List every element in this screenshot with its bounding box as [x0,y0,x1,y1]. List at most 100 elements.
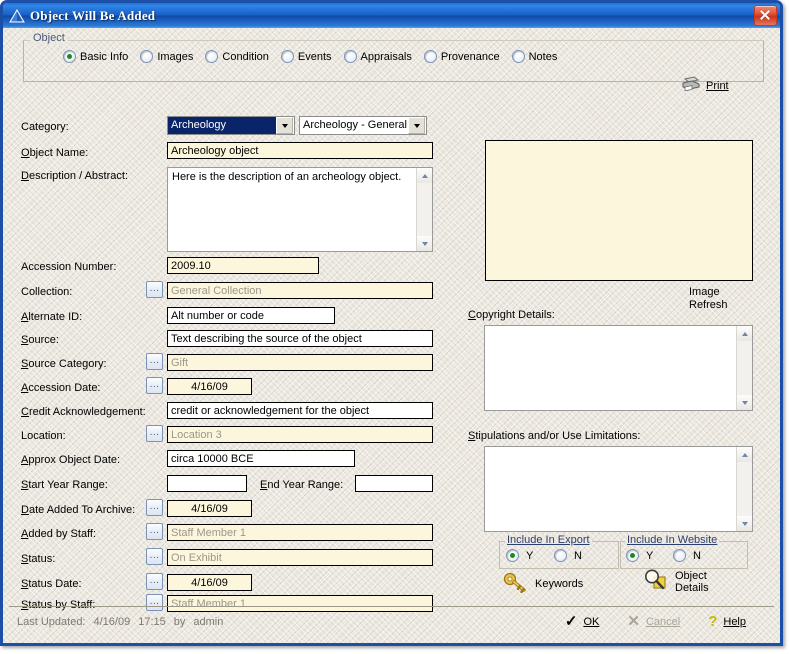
chevron-down-icon-2[interactable] [408,117,425,134]
include-website-yes[interactable]: Y [626,549,653,562]
label-status: Status: [21,553,56,565]
label-end-year: End Year Range: [260,479,344,491]
description-scrollbar[interactable] [416,168,432,251]
ok-label: OK [583,616,600,628]
ok-button[interactable]: ✓ OK [565,614,600,629]
tab-basic-info[interactable]: Basic Info [63,50,128,63]
tab-label-appraisals: Appraisals [360,50,412,63]
radio-website-no[interactable] [673,549,686,562]
end-year-input[interactable] [355,475,433,492]
start-year-input[interactable] [167,475,247,492]
tab-provenance[interactable]: Provenance [423,50,500,63]
title-bar[interactable]: Object Will Be Added [3,3,780,28]
object-details-button[interactable]: Object Details [643,568,709,595]
status-date-input[interactable] [167,574,252,591]
accession-date-browse-button[interactable]: ... [146,377,163,394]
accession-date-input[interactable] [167,378,252,395]
label-status-date: Status Date: [21,578,82,590]
copyright-scroll-up-icon[interactable] [737,326,752,341]
tab-label-images: Images [157,50,194,63]
keywords-button[interactable]: Keywords [503,571,583,596]
radio-images[interactable] [140,50,154,63]
include-export-no[interactable]: N [554,549,582,562]
radio-notes[interactable] [511,50,525,63]
label-object-name: Object Name: [21,147,89,159]
print-button[interactable]: Print [681,76,729,95]
copyright-textarea[interactable] [484,325,753,411]
status-browse-button[interactable]: ... [146,548,163,565]
cross-icon: ✕ [627,613,640,630]
credit-input[interactable] [167,402,433,419]
label-source-category: Source Category: [21,358,107,370]
collection-input[interactable] [167,282,433,299]
stipulations-scroll-up-icon[interactable] [737,447,752,462]
magnifier-icon [643,568,669,595]
radio-appraisals[interactable] [343,50,357,63]
radio-basic-info[interactable] [63,50,76,63]
object-details-line-1: Object [675,569,707,582]
last-updated-label: Last Updated: [17,616,86,628]
alternate-id-input[interactable] [167,307,335,324]
approx-date-input[interactable] [167,450,355,467]
include-export-yes-label: Y [526,549,534,562]
image-refresh-button[interactable]: Image Refresh [689,286,769,312]
label-category: Category: [21,121,69,133]
copyright-scrollbar[interactable] [736,326,752,410]
object-tab-strip: Basic Info Images Condition Events Appra… [63,50,569,63]
source-category-input[interactable] [167,354,433,371]
source-category-browse-button[interactable]: ... [146,353,163,370]
label-copyright: Copyright Details: [468,309,555,321]
tab-images[interactable]: Images [140,50,193,63]
category-dropdown[interactable]: Archeology [167,116,295,135]
label-credit: Credit Acknowledgement: [21,406,146,418]
stipulations-scrollbar[interactable] [736,447,752,531]
accession-number-input[interactable] [167,257,319,274]
question-mark-icon: ? [708,613,718,630]
radio-export-no[interactable] [554,549,567,562]
stipulations-textarea[interactable] [484,446,753,532]
object-groupbox-legend: Object [30,32,68,44]
date-added-input[interactable] [167,500,252,517]
key-icon [503,571,529,596]
location-browse-button[interactable]: ... [146,425,163,442]
radio-condition[interactable] [205,50,219,63]
tab-events[interactable]: Events [280,50,332,63]
category-value: Archeology [168,117,276,134]
tab-label-notes: Notes [528,50,558,63]
stipulations-scroll-down-icon[interactable] [737,516,752,531]
radio-provenance[interactable] [423,50,437,63]
include-website-no[interactable]: N [673,549,701,562]
tab-notes[interactable]: Notes [511,50,558,63]
close-icon[interactable] [754,5,777,26]
object-name-input[interactable] [167,142,433,159]
description-textarea[interactable]: Here is the description of an archeology… [167,167,433,252]
location-input[interactable] [167,426,433,443]
scroll-up-icon[interactable] [417,168,432,183]
image-refresh-line-1: Image [689,286,720,298]
scroll-down-icon[interactable] [417,236,432,251]
help-button[interactable]: ? Help [708,613,746,630]
description-value: Here is the description of an archeology… [172,171,402,183]
added-by-input[interactable] [167,524,433,541]
category-sub-dropdown[interactable]: Archeology - General [299,116,427,135]
image-refresh-line-2: Refresh [689,299,728,311]
include-export-yes[interactable]: Y [506,549,533,562]
collection-browse-button[interactable]: ... [146,281,163,298]
window-title: Object Will Be Added [30,7,156,23]
added-by-browse-button[interactable]: ... [146,523,163,540]
date-added-browse-button[interactable]: ... [146,499,163,516]
status-date-browse-button[interactable]: ... [146,573,163,590]
tab-appraisals[interactable]: Appraisals [343,50,412,63]
status-input[interactable] [167,549,433,566]
radio-export-yes[interactable] [506,549,519,562]
image-preview[interactable] [485,140,753,281]
radio-events[interactable] [280,50,294,63]
tab-condition[interactable]: Condition [205,50,269,63]
radio-website-yes[interactable] [626,549,639,562]
tab-label-basic-info: Basic Info [80,50,129,63]
tab-label-events: Events [297,50,332,63]
label-location: Location: [21,430,66,442]
copyright-scroll-down-icon[interactable] [737,395,752,410]
source-input[interactable] [167,330,433,347]
chevron-down-icon[interactable] [276,117,293,134]
